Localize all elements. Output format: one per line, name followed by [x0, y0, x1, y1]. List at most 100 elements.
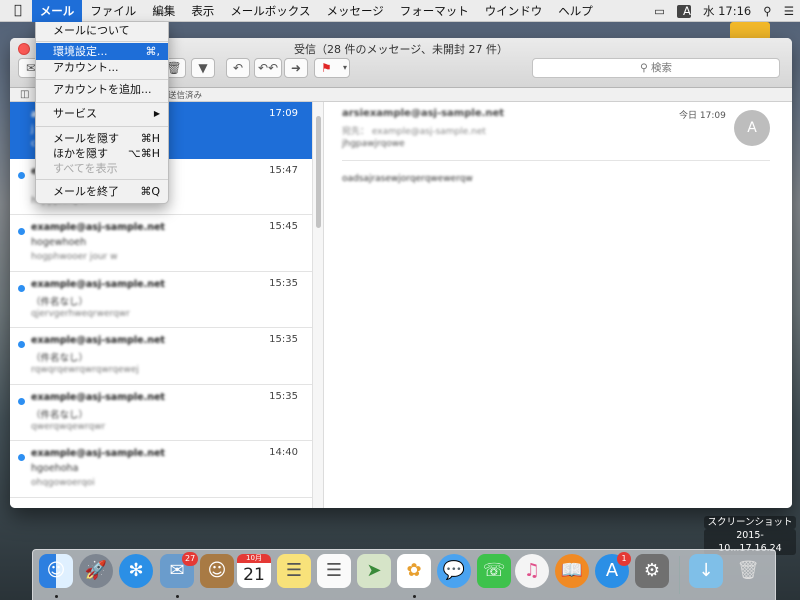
maps-icon[interactable]: ➤	[357, 554, 391, 588]
message-preview: hogphwooer jour w	[31, 252, 118, 262]
fav-sent[interactable]: 送信済み	[168, 89, 202, 101]
message-time: 15:35	[269, 277, 298, 289]
divider	[342, 160, 770, 161]
menu-window[interactable]: ウインドウ	[477, 0, 551, 22]
unread-dot-icon	[18, 341, 25, 348]
menu-item-label: アカウントを追加...	[53, 83, 152, 96]
downloads-folder-icon[interactable]: ↓	[689, 554, 723, 588]
message-body: oadsajrasewjorqerqwewerqw	[342, 174, 473, 184]
menu-item-add-account[interactable]: アカウントを追加...	[36, 81, 168, 98]
app-store-icon[interactable]: A1	[595, 552, 631, 588]
running-indicator	[413, 595, 416, 598]
calendar-icon[interactable]: 10月 21	[237, 554, 271, 588]
input-source-indicator[interactable]: A	[671, 4, 697, 18]
menu-mailbox[interactable]: メールボックス	[222, 0, 318, 22]
notification-center-icon[interactable]: ☰	[778, 4, 800, 18]
message-viewer: arsiexample@asj-sample.net 宛先： example@a…	[324, 102, 792, 508]
message-row[interactable]: example@asj-sample.net 15:35 （件名なし） qwerqwq…	[10, 385, 312, 441]
message-time: 15:35	[269, 390, 298, 402]
message-preview: qwerqwqewrqwr	[31, 421, 106, 432]
flag-button[interactable]: ⚑ ▾	[314, 58, 350, 78]
message-subject: （件名なし）	[31, 409, 89, 421]
search-field[interactable]: ⚲ 検索	[532, 58, 780, 78]
message-list-scrollbar[interactable]	[312, 102, 324, 508]
notes-icon[interactable]: ☰	[277, 554, 311, 588]
forward-button[interactable]: ➜	[284, 58, 308, 78]
search-placeholder: 検索	[651, 62, 673, 74]
contacts-icon[interactable]: ☺	[200, 554, 234, 588]
photos-icon[interactable]: ✿	[397, 554, 431, 588]
dock-divider	[679, 556, 680, 594]
menu-message[interactable]: メッセージ	[318, 0, 391, 22]
to-label: 宛先：	[342, 127, 370, 137]
ibooks-icon[interactable]: 📖	[555, 554, 589, 588]
junk-button[interactable]: ▼	[191, 58, 215, 78]
reply-all-button[interactable]: ↶↶	[254, 58, 282, 78]
scroll-thumb[interactable]	[316, 116, 321, 228]
menu-item-show-all: すべてを表示	[36, 160, 168, 177]
sidebar-toggle-icon[interactable]: ◫	[20, 89, 29, 100]
detail-sender: arsiexample@asj-sample.net	[342, 108, 505, 119]
menu-format[interactable]: フォーマット	[392, 0, 477, 22]
running-indicator	[176, 595, 179, 598]
finder-icon[interactable]: ☺	[39, 554, 73, 588]
unread-dot-icon	[18, 454, 25, 461]
menu-item-label: サービス	[53, 107, 97, 120]
message-preview: ohqgowoerqoi	[31, 478, 95, 488]
message-sender: example@asj-sample.net	[31, 391, 165, 403]
mail-badge: 27	[182, 552, 199, 566]
message-row[interactable]: example@asj-sample.net 15:45 hogewhoeh hogp…	[10, 215, 312, 272]
reply-button[interactable]: ↶	[226, 58, 250, 78]
message-sender: example@asj-sample.net	[31, 335, 165, 346]
menu-item-accounts[interactable]: アカウント...	[36, 59, 168, 76]
mail-icon[interactable]: ✉ 27	[160, 552, 199, 588]
spotlight-icon[interactable]: ⚲	[757, 4, 777, 18]
messages-icon[interactable]: 💬	[437, 554, 471, 588]
menu-item-label: すべてを表示	[53, 162, 118, 175]
safari-icon[interactable]: ✻	[119, 554, 153, 588]
calendar-day: 21	[243, 565, 265, 585]
itunes-icon[interactable]: ♫	[515, 554, 549, 588]
mail-menu-dropdown: メールについて 環境設定... ⌘, アカウント... アカウントを追加... サ…	[35, 22, 169, 204]
reminders-icon[interactable]: ☰	[317, 554, 351, 588]
thumbs-down-icon: ▼	[198, 61, 208, 75]
message-sender: example@asj-sample.net	[31, 448, 165, 459]
system-preferences-icon[interactable]: ⚙	[635, 554, 669, 588]
message-time: 15:47	[269, 164, 298, 176]
message-subject: （件名なし）	[31, 296, 89, 308]
reply-icon: ↶	[232, 61, 244, 75]
message-time: 15:45	[269, 221, 298, 232]
menu-item-label: ほかを隠す	[53, 147, 108, 160]
menu-help[interactable]: ヘルプ	[550, 0, 601, 22]
apple-menu-icon[interactable]: 	[0, 0, 32, 22]
menu-item-services[interactable]: サービス ▶	[36, 105, 168, 122]
menu-mail[interactable]: メール	[31, 0, 83, 22]
menu-file[interactable]: ファイル	[82, 0, 144, 22]
menu-item-label: メールを終了	[53, 185, 119, 198]
menu-separator	[36, 179, 168, 180]
message-row[interactable]: example@asj-sample.net 15:35 （件名なし） qjervge…	[10, 272, 312, 328]
menu-item-label: メールについて	[53, 24, 130, 37]
menu-item-label: 環境設定...	[53, 45, 108, 58]
detail-date: 今日 17:09	[679, 111, 726, 121]
message-row[interactable]: example@asj-sample.net 15:35 （件名なし） rqwqrqe…	[10, 328, 312, 385]
menu-item-preferences[interactable]: 環境設定... ⌘,	[36, 43, 168, 60]
menu-item-label: メールを隠す	[53, 132, 119, 145]
menu-item-about[interactable]: メールについて	[36, 22, 168, 39]
trash-icon[interactable]: 🗑	[731, 554, 765, 588]
launchpad-icon[interactable]: 🚀	[79, 554, 113, 588]
airplay-icon[interactable]: ▭	[648, 4, 671, 18]
facetime-icon[interactable]: ☏	[477, 554, 511, 588]
menu-edit[interactable]: 編集	[144, 0, 183, 22]
unread-dot-icon	[18, 171, 25, 179]
menu-view[interactable]: 表示	[183, 0, 222, 22]
menu-item-quit[interactable]: メールを終了 ⌘Q	[36, 183, 168, 200]
flag-icon: ⚑	[321, 61, 332, 75]
chevron-down-icon: ▾	[342, 63, 347, 72]
message-row[interactable]: example@asj-sample.net 14:40 hgoehoha ohqgo…	[10, 441, 312, 498]
message-subject: j	[31, 124, 34, 135]
clock[interactable]: 水 17:16	[697, 3, 757, 19]
reply-all-icon: ↶↶	[257, 61, 279, 75]
message-subject: （件名なし）	[31, 353, 89, 364]
forward-arrow-icon: ➜	[290, 61, 302, 75]
